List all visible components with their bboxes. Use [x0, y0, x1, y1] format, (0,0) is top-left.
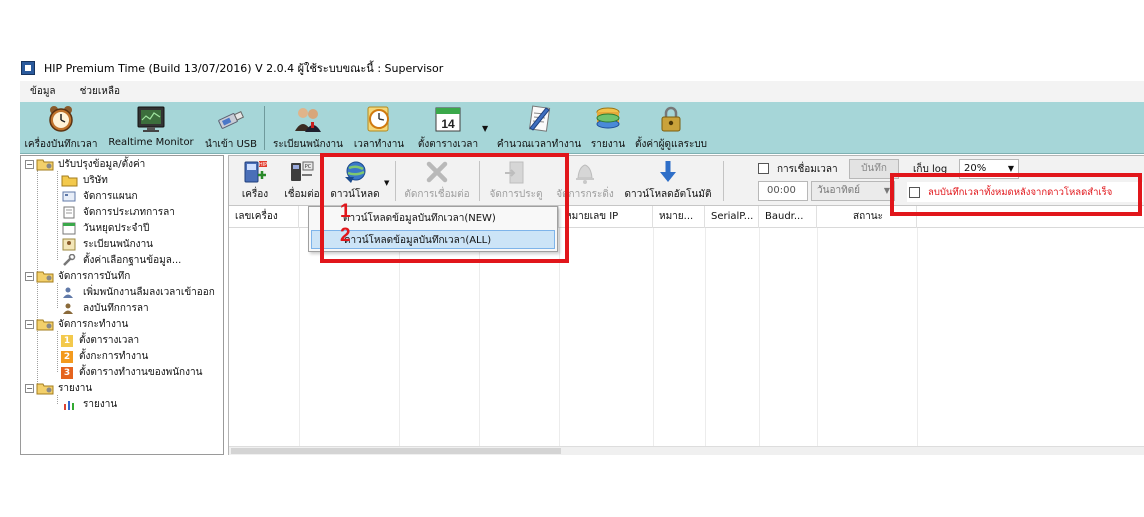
- report-button[interactable]: รายงาน: [586, 104, 630, 152]
- calendar-icon: 14: [435, 107, 461, 132]
- add-device-icon: HIP: [244, 161, 267, 183]
- toolbar-separator: [264, 106, 265, 150]
- tree-group-reports[interactable]: − รายงาน: [25, 381, 92, 396]
- alarm-clock-icon: [49, 106, 73, 132]
- annotation-number-1: 1: [340, 201, 351, 222]
- calculate-icon: [528, 105, 551, 132]
- schedule-button[interactable]: 14 ตั้งตารางเวลา: [414, 104, 482, 152]
- folder-settings-icon: [36, 271, 54, 283]
- document-icon: [63, 206, 75, 219]
- wrench-icon: [63, 254, 76, 266]
- collapse-icon[interactable]: −: [25, 384, 34, 393]
- monitor-icon: [137, 106, 165, 132]
- tree-item-holidays[interactable]: วันหยุดประจำปี: [61, 221, 149, 236]
- time-input[interactable]: 00:00: [758, 181, 808, 201]
- calculate-work-time-button[interactable]: คำนวณเวลาทำงาน: [494, 104, 584, 152]
- employee-icon: [62, 238, 76, 251]
- menu-help[interactable]: ช่วยเหลือ: [70, 84, 134, 99]
- bell-icon: [576, 164, 594, 184]
- title-bar: HIP Premium Time (Build 13/07/2016) V 2.…: [20, 56, 1144, 80]
- collapse-icon[interactable]: −: [25, 272, 34, 281]
- add-user-icon: [63, 287, 73, 298]
- calendar-day-number: 14: [441, 117, 455, 131]
- number-two-icon: 2: [61, 350, 73, 363]
- column-ip[interactable]: หมายเลข IP: [559, 206, 653, 228]
- tree-item-department[interactable]: จัดการแผนก: [61, 189, 138, 204]
- work-time-button[interactable]: เวลาทำงาน: [350, 104, 408, 152]
- department-icon: [62, 191, 76, 202]
- column-device-number[interactable]: เลขเครื่อง: [229, 206, 299, 228]
- column-serial-port[interactable]: SerialP...: [705, 206, 759, 228]
- svg-text:HIP: HIP: [259, 162, 267, 168]
- download-arrow-icon: [660, 161, 676, 182]
- annotation-box-delete-option: [890, 173, 1142, 216]
- tree-group-records[interactable]: − จัดการการบันทึก: [25, 269, 130, 284]
- tree-item-employee-schedule[interactable]: 3 ตั้งตารางทำงานของพนักงาน: [61, 365, 202, 380]
- collapse-icon[interactable]: −: [25, 320, 34, 329]
- app-logo-icon: [21, 61, 35, 75]
- day-select[interactable]: วันอาทิตย์ ▼: [811, 181, 895, 201]
- leave-user-icon: [63, 303, 73, 314]
- tree-group-shifts[interactable]: − จัดการกะทำงาน: [25, 317, 128, 332]
- device-button[interactable]: HIP เครื่อง: [233, 159, 277, 203]
- database-icon: [596, 107, 620, 129]
- scrollbar-thumb[interactable]: [231, 448, 561, 454]
- tree-item-schedule[interactable]: 1 ตั้งตารางเวลา: [61, 333, 139, 348]
- auto-download-button[interactable]: ดาวน์โหลดอัตโนมัติ: [619, 159, 717, 203]
- usb-import-button[interactable]: นำเข้า USB: [202, 104, 260, 152]
- menu-data[interactable]: ข้อมูล: [20, 84, 70, 99]
- connect-button[interactable]: PC เชื่อมต่อ: [279, 159, 325, 203]
- tree-item-leave-record[interactable]: ลงบันทึกการลา: [61, 301, 149, 316]
- navigation-tree: − ปรับปรุงข้อมูล/ตั้งค่า บริษัท จัดการแผ…: [20, 155, 224, 455]
- app-window: HIP Premium Time (Build 13/07/2016) V 2.…: [20, 56, 1144, 456]
- svg-text:PC: PC: [305, 164, 312, 170]
- horizontal-scrollbar[interactable]: [229, 446, 1144, 455]
- tree-item-company[interactable]: บริษัท: [61, 173, 108, 188]
- column-port[interactable]: หมาย...: [653, 206, 705, 228]
- tree-item-add-forgotten-time[interactable]: เพิ่มพนักงานลืมลงเวลาเข้าออก: [61, 285, 215, 300]
- tree-item-report[interactable]: รายงาน: [61, 397, 117, 412]
- time-sync-checkbox[interactable]: [758, 163, 769, 174]
- connect-device-icon: PC: [291, 161, 314, 181]
- realtime-monitor-button[interactable]: Realtime Monitor: [106, 104, 196, 152]
- bar-chart-icon: [64, 401, 74, 410]
- clock-icon: [367, 106, 389, 132]
- annotation-number-2: 2: [340, 225, 351, 246]
- people-icon: [295, 108, 321, 132]
- tree-item-shift-setup[interactable]: 2 ตั้งกะการทำงาน: [61, 349, 148, 364]
- column-baudrate[interactable]: Baudr...: [759, 206, 817, 228]
- folder-settings-icon: [36, 319, 54, 331]
- folder-open-icon: [61, 175, 78, 187]
- tree-group-settings[interactable]: − ปรับปรุงข้อมูล/ตั้งค่า: [25, 157, 145, 172]
- lock-admin-icon: [661, 106, 681, 132]
- tree-item-leave-types[interactable]: จัดการประเภทการลา: [61, 205, 175, 220]
- schedule-dropdown-arrow-icon[interactable]: ▼: [482, 124, 488, 133]
- annotation-box-download: [320, 153, 569, 263]
- number-three-icon: 3: [61, 366, 73, 379]
- collapse-icon[interactable]: −: [25, 160, 34, 169]
- holiday-calendar-icon: [62, 222, 76, 235]
- tree-item-employees[interactable]: ระเบียนพนักงาน: [61, 237, 153, 252]
- tree-item-database-settings[interactable]: ตั้งค่าเลือกฐานข้อมูล...: [61, 253, 181, 268]
- folder-settings-icon: [36, 383, 54, 395]
- folder-settings-icon: [36, 159, 54, 171]
- main-toolbar: เครื่องบันทึกเวลา Realtime Monitor นำเข้…: [20, 102, 1144, 154]
- time-sync-label: การเชื่อมเวลา: [777, 164, 838, 175]
- window-title: HIP Premium Time (Build 13/07/2016) V 2.…: [44, 62, 444, 75]
- number-one-icon: 1: [61, 334, 73, 347]
- admin-settings-button[interactable]: ตั้งค่าผู้ดูแลระบบ: [630, 104, 712, 152]
- time-recorder-button[interactable]: เครื่องบันทึกเวลา: [20, 104, 102, 152]
- menu-bar: ข้อมูล ช่วยเหลือ: [20, 81, 1144, 102]
- employee-records-button[interactable]: ระเบียนพนักงาน: [270, 104, 346, 152]
- usb-drive-icon: [218, 110, 245, 129]
